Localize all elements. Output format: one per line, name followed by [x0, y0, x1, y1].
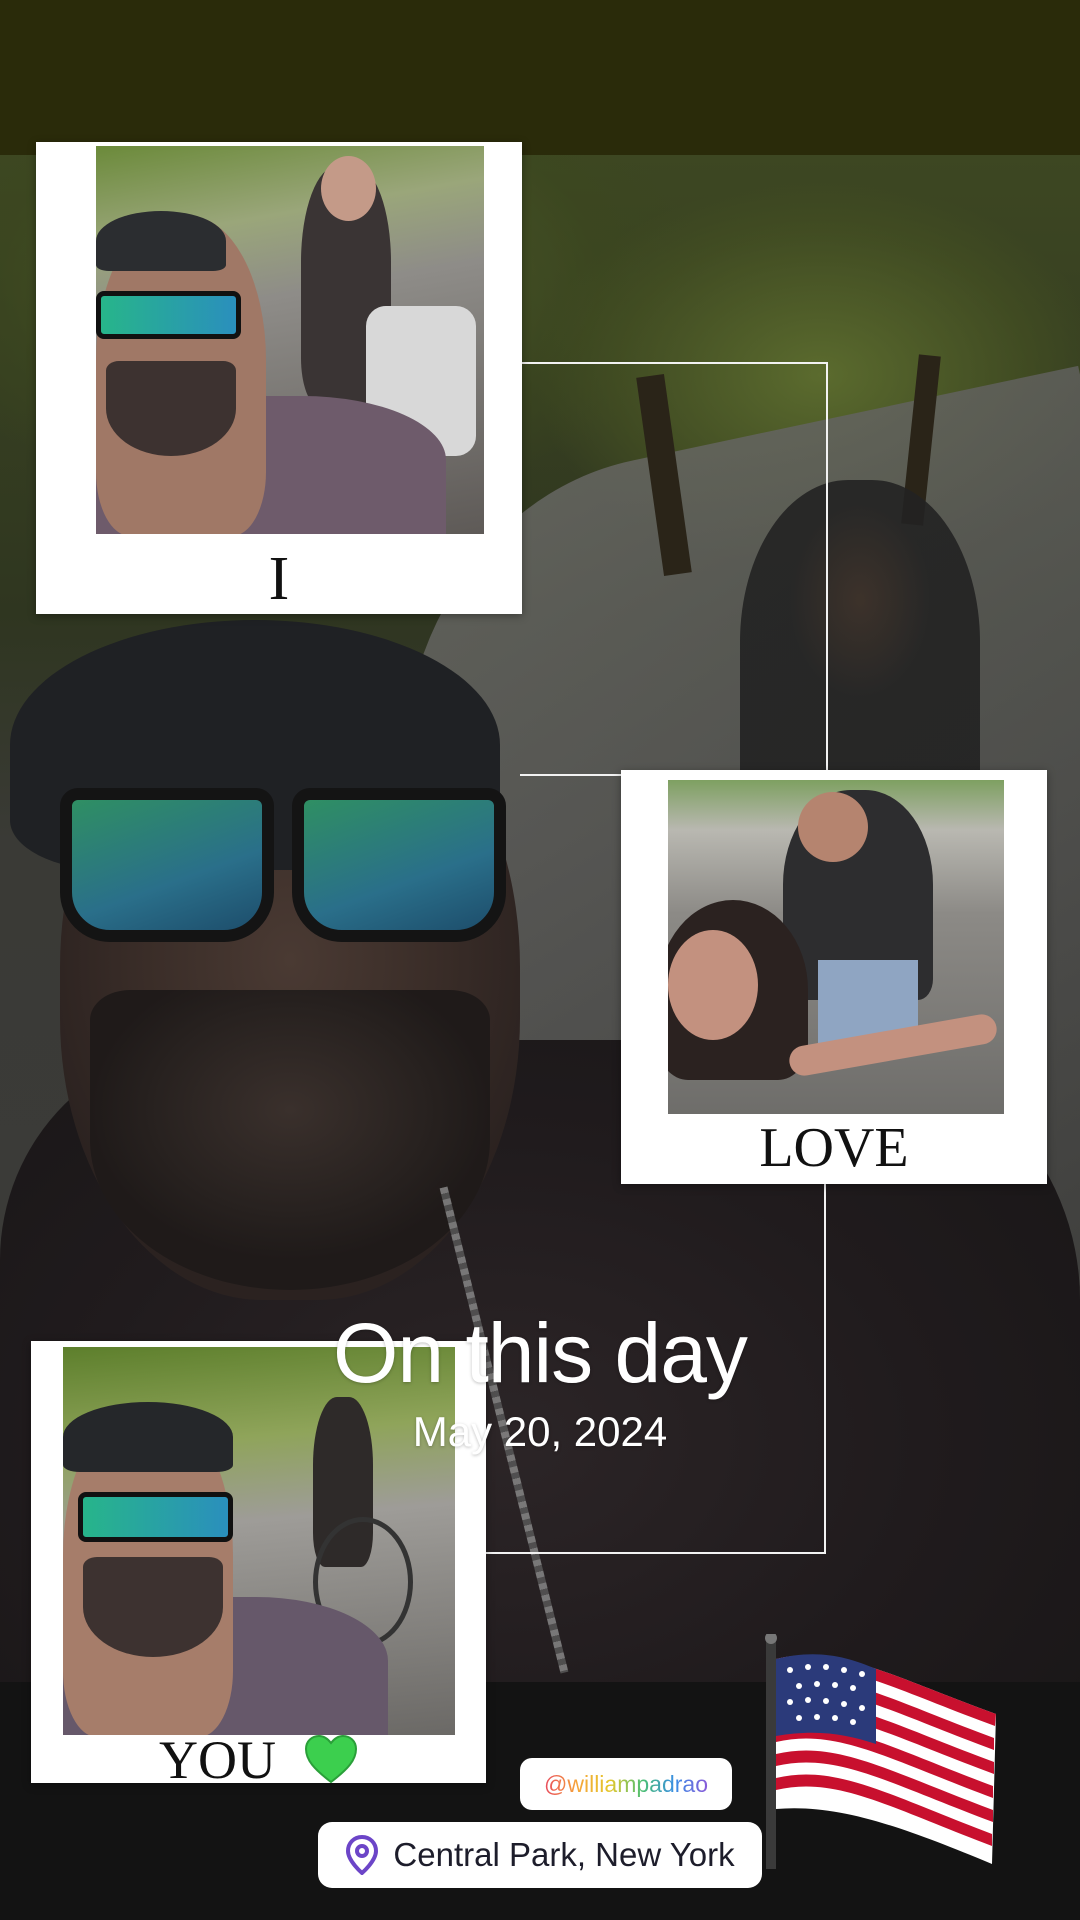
lens-left [60, 788, 274, 942]
caption-love: LOVE [759, 1117, 909, 1179]
polaroid-photo-3 [63, 1347, 455, 1735]
selfie-man-beard [90, 990, 490, 1290]
polaroid-photo-2 [668, 780, 1004, 1114]
man-beard [83, 1557, 223, 1657]
location-sticker[interactable]: Central Park, New York [318, 1822, 762, 1888]
polaroid-photo-1 [96, 146, 484, 534]
mention-sticker[interactable]: @williampadrao [520, 1758, 732, 1810]
polaroid-2[interactable]: LOVE [621, 770, 1047, 1184]
woman-face [321, 156, 376, 221]
memory-date: May 20, 2024 [412, 1408, 668, 1455]
woman-face [668, 930, 758, 1040]
polaroid-1[interactable]: I [36, 142, 522, 614]
man-cap [96, 211, 226, 271]
on-this-day-title: On this day [333, 1306, 748, 1400]
top-bar [0, 0, 1080, 155]
man-face [798, 792, 868, 862]
man-beard [106, 361, 236, 456]
green-heart-icon [304, 1734, 358, 1785]
caption-you: YOU [31, 1729, 486, 1791]
selfie-man-sunglasses [60, 780, 506, 950]
connector-line-upper [520, 362, 828, 776]
lens-right [292, 788, 506, 942]
us-flag-icon[interactable] [756, 1632, 1006, 1874]
caption-i: I [268, 545, 290, 613]
caption-you-text: YOU [159, 1730, 276, 1790]
man-sunglasses [96, 291, 241, 339]
man-sunglasses [78, 1492, 233, 1542]
location-pin-icon [345, 1834, 379, 1876]
location-name: Central Park, New York [393, 1836, 735, 1873]
mention-handle: @williampadrao [544, 1770, 708, 1797]
